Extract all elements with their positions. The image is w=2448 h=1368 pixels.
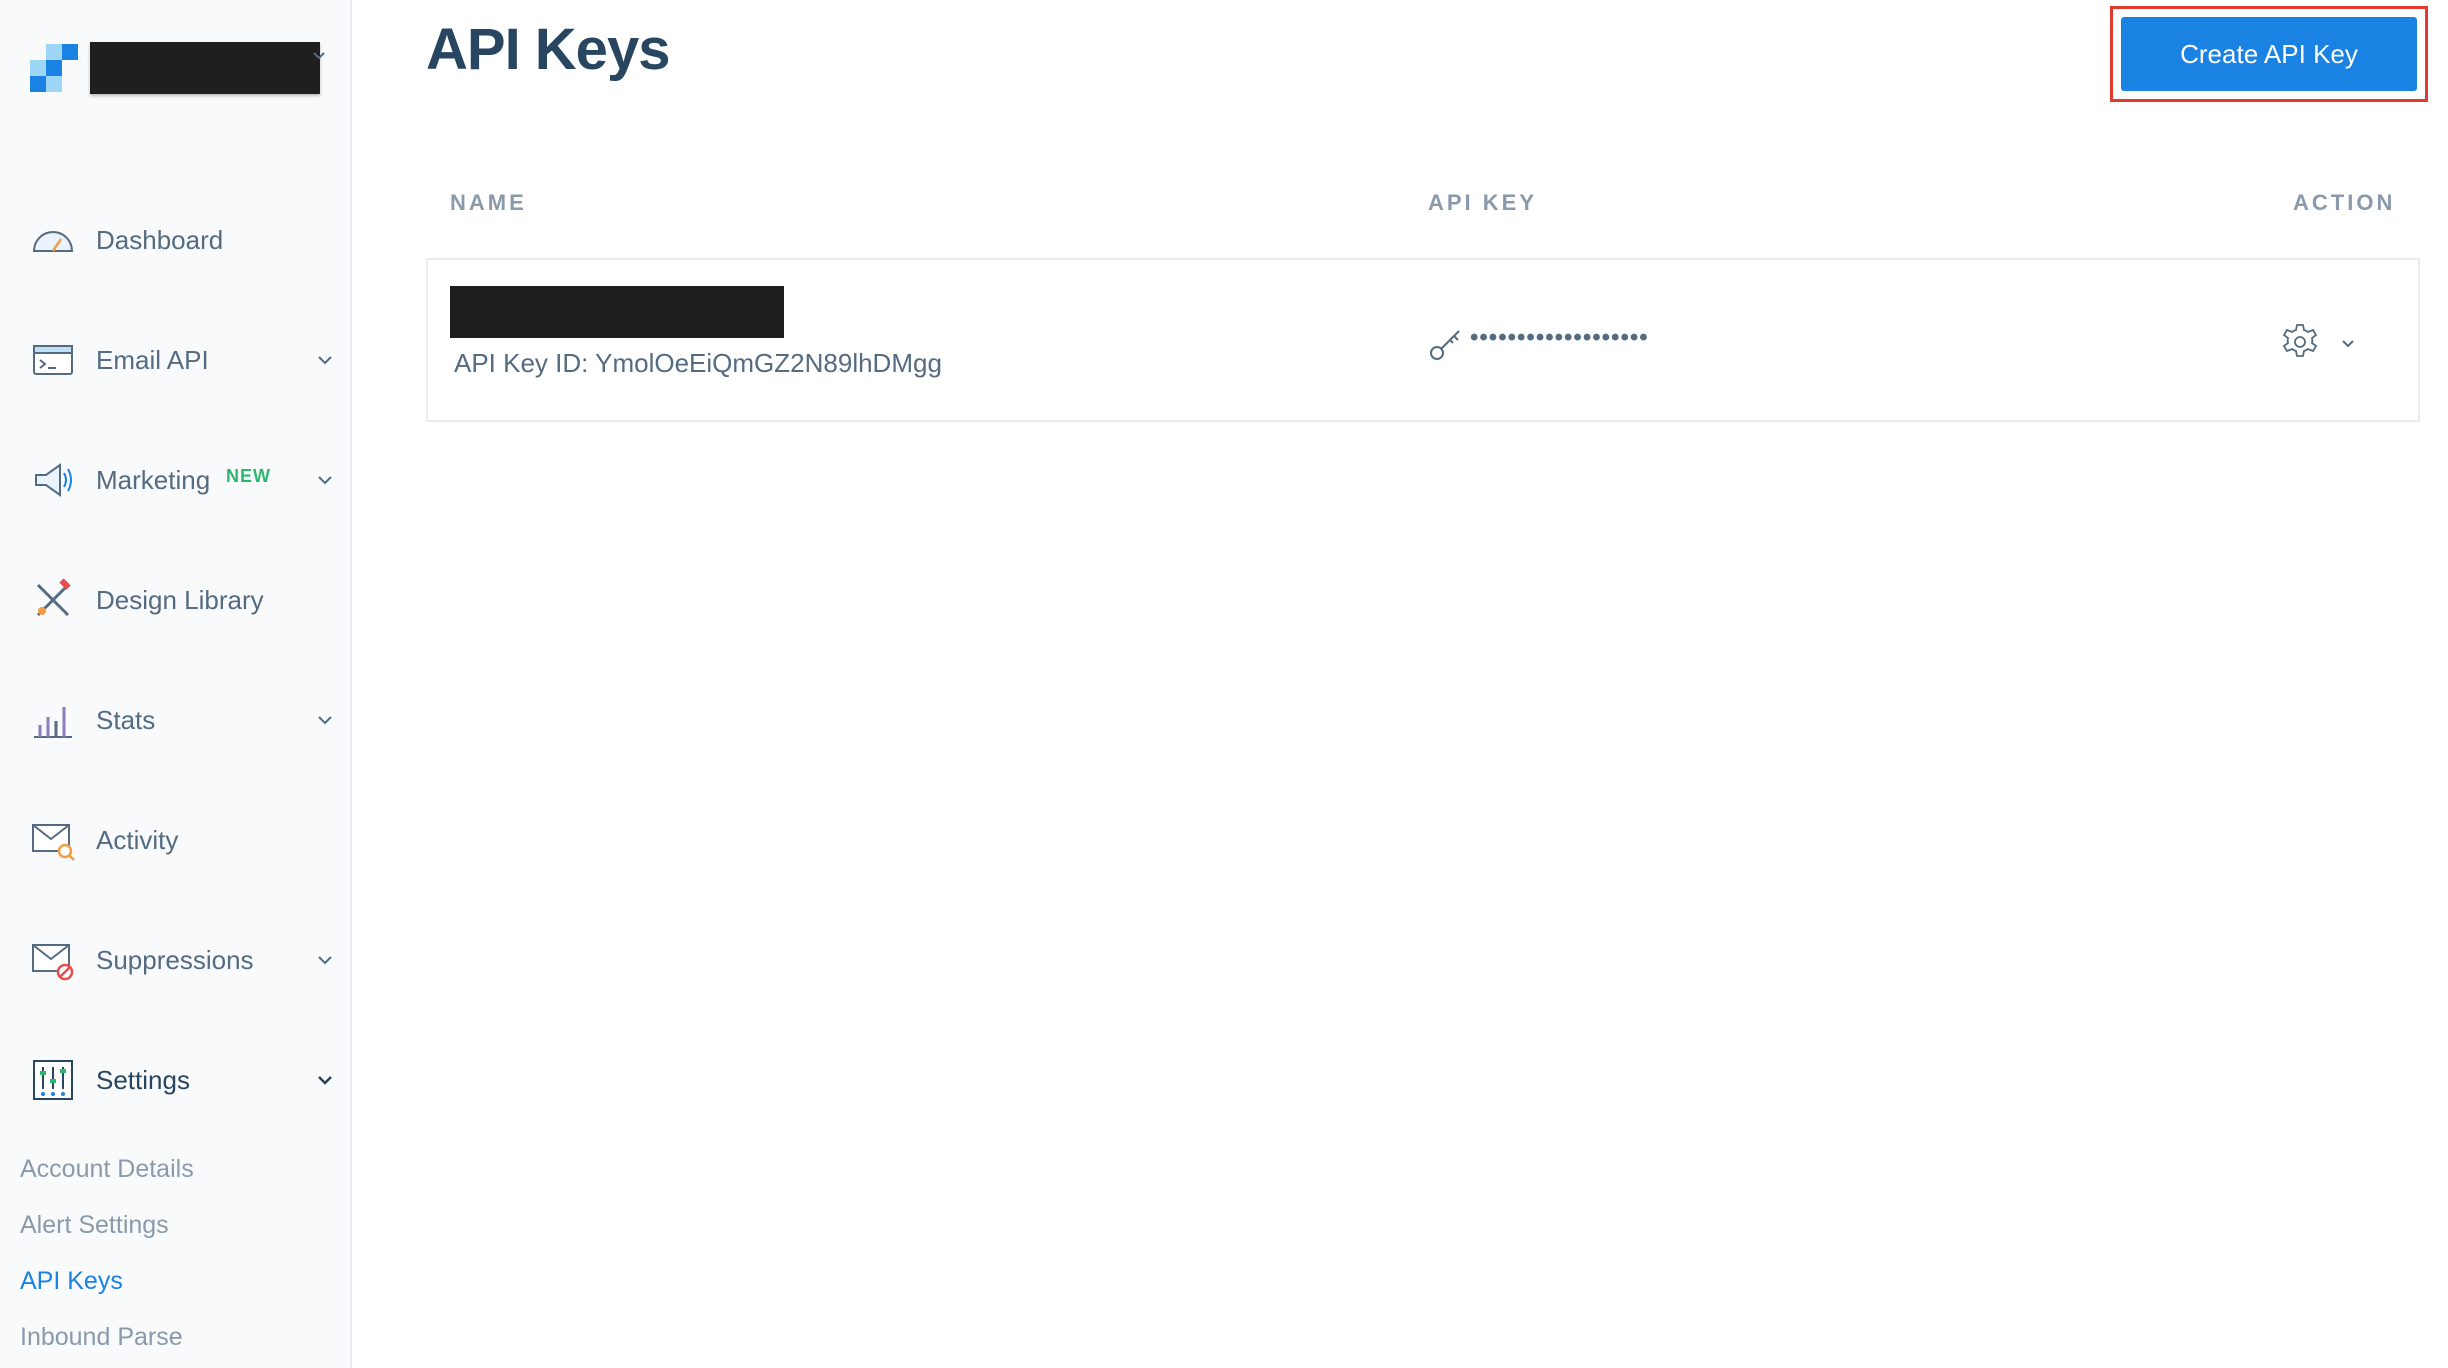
key-icon <box>1430 330 1460 360</box>
envelope-search-icon <box>32 824 75 861</box>
sidebar-item-label: Marketing <box>96 464 211 495</box>
masked-api-key: ••••••••••••••••••• <box>1470 324 1649 351</box>
sidebar-item-label: Stats <box>96 704 156 735</box>
sidebar-subitem-api-keys[interactable]: API Keys <box>20 1267 123 1296</box>
column-header-api-key: API KEY <box>1428 190 1538 215</box>
sliders-icon <box>33 1060 73 1100</box>
page-title: API Keys <box>426 17 670 82</box>
chevron-down-icon[interactable] <box>312 48 326 62</box>
sidebar-item-label: Email API <box>96 344 209 375</box>
sidebar-item-suppressions[interactable]: Suppressions <box>0 928 352 992</box>
megaphone-icon <box>35 463 72 497</box>
sidebar-item-activity[interactable]: Activity <box>0 808 352 872</box>
envelope-block-icon <box>32 944 74 981</box>
sidebar-item-label: Activity <box>96 824 179 855</box>
terminal-window-icon <box>33 345 73 375</box>
chevron-down-icon[interactable] <box>2340 336 2356 352</box>
gear-icon[interactable] <box>2280 322 2320 362</box>
sidebar-item-email-api[interactable]: Email API <box>0 328 352 392</box>
create-button-highlight: Create API Key <box>2110 6 2428 102</box>
account-name-redacted[interactable] <box>90 42 320 94</box>
sidebar-item-stats[interactable]: Stats <box>0 688 352 752</box>
sidebar-item-design-library[interactable]: Design Library <box>0 568 352 632</box>
sidebar-subitem-alert-settings[interactable]: Alert Settings <box>20 1211 169 1240</box>
create-api-key-button[interactable]: Create API Key <box>2121 17 2417 91</box>
api-key-id: API Key ID: YmolOeEiQmGZ2N89lhDMgg <box>454 348 942 378</box>
chevron-down-icon[interactable] <box>316 1071 334 1089</box>
sidebar-item-label: Dashboard <box>96 224 224 255</box>
sidebar-item-label: Settings <box>96 1064 190 1095</box>
sidebar-subitem-inbound-parse[interactable]: Inbound Parse <box>20 1323 183 1352</box>
gauge-icon <box>32 231 74 252</box>
column-header-name: NAME <box>450 190 527 215</box>
chevron-down-icon[interactable] <box>316 351 334 369</box>
design-tools-icon <box>36 578 71 617</box>
sidebar: Dashboard Email API Marketing NEW Design… <box>0 0 352 1368</box>
column-header-action: ACTION <box>2293 190 2396 215</box>
sendgrid-logo[interactable] <box>30 44 78 92</box>
table-row: API Key ID: YmolOeEiQmGZ2N89lhDMgg •••••… <box>426 258 2420 422</box>
bar-chart-icon <box>34 707 72 738</box>
sidebar-item-label: Suppressions <box>96 944 254 975</box>
chevron-down-icon[interactable] <box>316 711 334 729</box>
chevron-down-icon[interactable] <box>316 471 334 489</box>
sidebar-item-marketing[interactable]: Marketing NEW <box>0 448 352 512</box>
new-badge: NEW <box>226 466 271 486</box>
sidebar-item-dashboard[interactable]: Dashboard <box>0 208 352 272</box>
chevron-down-icon[interactable] <box>316 951 334 969</box>
sidebar-subitem-account-details[interactable]: Account Details <box>20 1155 194 1184</box>
sidebar-item-label: Design Library <box>96 584 264 615</box>
sidebar-item-settings[interactable]: Settings <box>0 1048 352 1112</box>
api-key-name-redacted <box>450 286 784 338</box>
